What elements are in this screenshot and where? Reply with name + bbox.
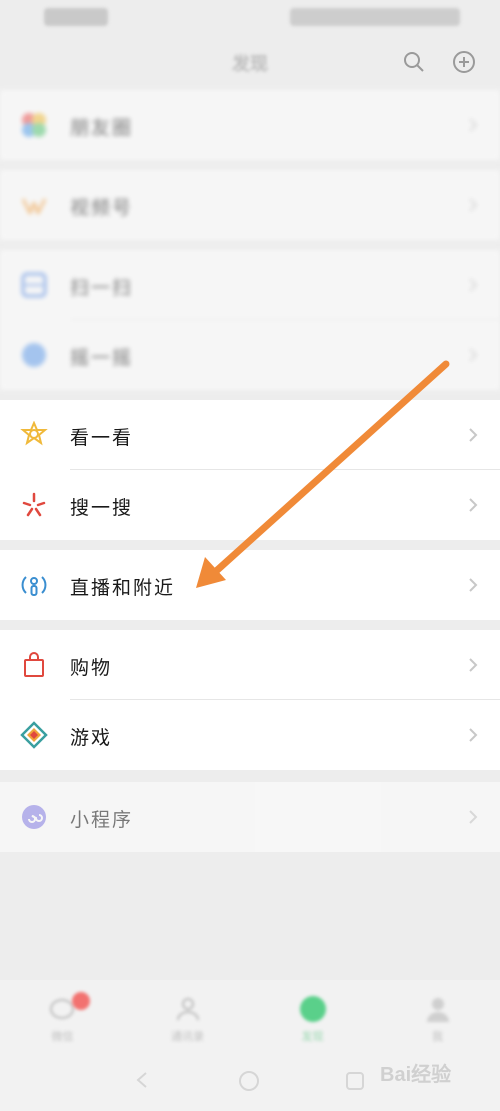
tab-label: 发现 [301,1030,324,1043]
chevron-right-icon [469,348,478,362]
person-icon [426,998,449,1022]
chevron-right-icon [469,278,478,292]
tab-me[interactable]: 我 [375,990,500,1045]
recent-apps-icon[interactable] [344,1070,366,1092]
menu-item-channels[interactable]: 视频号 [0,170,500,240]
chevron-right-icon [469,728,478,742]
tab-label: 微信 [51,1030,74,1043]
status-bar-carrier [44,8,108,26]
shopping-bag-icon [24,652,44,677]
group-stories-search: 看一看 搜一搜 [0,400,500,540]
chevron-right-icon [469,658,478,672]
tab-label: 我 [432,1030,443,1043]
chevron-right-icon [469,498,478,512]
top-stories-icon [20,421,48,446]
unread-badge [72,992,90,1010]
menu-item-live-nearby[interactable]: 直播和附近 [0,550,500,620]
bottom-tab-bar: 微信 通讯录 发现 我 [0,980,500,1050]
menu-item-label: 摇一摇 [70,347,134,369]
watermark: Bai经验 [380,1064,452,1086]
menu-item-label: 小程序 [70,809,134,831]
group-shopping-games: 购物 游戏 [0,630,500,770]
status-bar [0,0,500,36]
tab-discover[interactable]: 发现 [250,990,375,1045]
header: 发现 [0,36,500,88]
search-icon[interactable] [402,50,426,74]
live-nearby-icon [21,576,47,596]
group-mini-programs: 小程序 [0,782,500,852]
menu-item-label: 购物 [70,657,113,679]
menu-item-search[interactable]: 搜一搜 [0,470,500,540]
menu-item-mini-programs[interactable]: 小程序 [0,782,500,852]
tab-chats[interactable]: 微信 [0,990,125,1045]
tab-contacts[interactable]: 通讯录 [125,990,250,1045]
menu-item-moments[interactable]: 朋友圈 [0,90,500,160]
menu-item-label: 游戏 [70,727,113,749]
group-live-nearby: 直播和附近 [0,550,500,620]
group-channels: 视频号 [0,170,500,240]
menu-item-label: 朋友圈 [70,117,134,139]
chevron-right-icon [469,118,478,132]
chevron-right-icon [469,198,478,212]
contacts-icon [176,998,199,1021]
scan-icon [21,272,47,298]
status-bar-indicators [290,8,460,26]
channels-icon [21,198,47,215]
menu-item-scan[interactable]: 扫一扫 [0,250,500,320]
shake-icon [22,343,46,367]
chevron-right-icon [469,578,478,592]
menu-item-shake[interactable]: 摇一摇 [0,320,500,390]
tab-label: 通讯录 [171,1030,204,1043]
menu-item-games[interactable]: 游戏 [0,700,500,770]
menu-item-label: 视频号 [70,197,134,219]
compass-icon [299,996,326,1022]
menu-item-label: 直播和附近 [70,577,176,599]
menu-item-label: 看一看 [70,427,134,449]
games-icon [20,721,48,749]
group-scan-shake: 扫一扫 摇一摇 [0,250,500,390]
moments-icon [22,113,46,137]
chevron-right-icon [469,428,478,442]
group-moments: 朋友圈 [0,90,500,160]
search-icon [22,492,46,517]
back-icon[interactable] [132,1070,152,1090]
menu-item-label: 搜一搜 [70,497,134,519]
menu-item-label: 扫一扫 [70,277,134,299]
menu-item-shopping[interactable]: 购物 [0,630,500,700]
home-icon[interactable] [238,1070,260,1092]
menu-item-top-stories[interactable]: 看一看 [0,400,500,470]
add-circle-icon[interactable] [452,50,476,74]
chevron-right-icon [469,810,478,824]
mini-programs-icon [22,805,46,829]
